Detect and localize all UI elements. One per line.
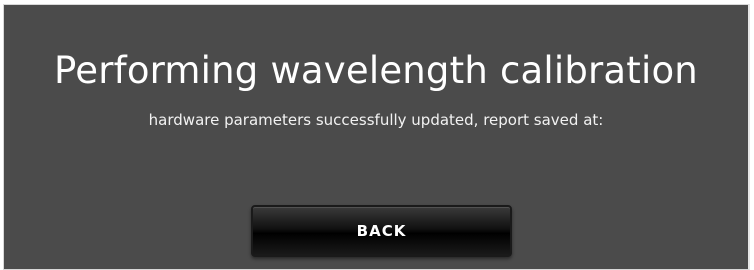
- back-button[interactable]: BACK: [251, 205, 512, 257]
- dialog-title: Performing wavelength calibration: [54, 49, 698, 92]
- status-message: hardware parameters successfully updated…: [148, 111, 604, 129]
- calibration-dialog: Performing wavelength calibration hardwa…: [3, 4, 750, 270]
